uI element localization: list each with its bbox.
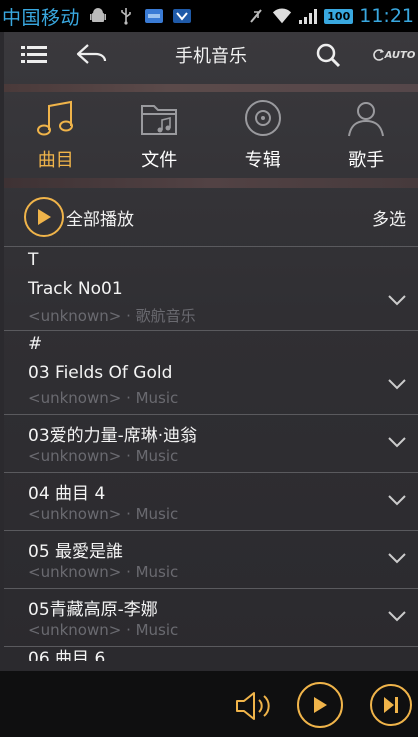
tab-files[interactable]: 文件 xyxy=(108,96,212,174)
top-bar: 手机音乐 AUTO xyxy=(4,32,418,78)
song-title: 03 Fields Of Gold xyxy=(28,363,173,383)
play-all-label[interactable]: 全部播放 xyxy=(66,205,134,230)
tab-albums-label: 专辑 xyxy=(244,150,281,171)
song-subtitle: <unknown> · Music xyxy=(28,621,179,639)
section-header-hash: # xyxy=(28,334,43,354)
tab-artists[interactable]: 歌手 xyxy=(315,96,418,174)
list-item[interactable]: Track No01 <unknown> · 歌航音乐 xyxy=(4,273,418,331)
play-button[interactable] xyxy=(297,682,343,728)
folder-icon xyxy=(141,105,178,135)
multi-select-button[interactable]: 多选 xyxy=(372,205,406,230)
tab-artists-label: 歌手 xyxy=(348,150,385,171)
volume-icon xyxy=(236,692,270,720)
person-icon xyxy=(348,102,385,137)
list-item[interactable]: 04 曲目 4 <unknown> · Music xyxy=(4,473,418,531)
song-subtitle: <unknown> · Music xyxy=(28,447,179,465)
list-item[interactable]: 03爱的力量-席琳·迪翁 <unknown> · Music xyxy=(4,415,418,473)
search-button[interactable] xyxy=(312,40,344,70)
song-list: T Track No01 <unknown> · 歌航音乐 # 03 Field… xyxy=(4,246,418,661)
auto-button[interactable]: AUTO xyxy=(372,40,416,70)
usb-icon xyxy=(116,6,136,26)
next-button[interactable] xyxy=(370,684,412,726)
chevron-down-icon[interactable] xyxy=(386,373,408,395)
music-note-icon xyxy=(36,100,73,136)
android-icon xyxy=(88,6,108,26)
notification-icons xyxy=(88,6,192,26)
chevron-down-icon[interactable] xyxy=(386,547,408,569)
list-item[interactable]: 05青藏高原-李娜 <unknown> · Music xyxy=(4,589,418,647)
signal-icon xyxy=(298,6,318,26)
song-title: 03爱的力量-席琳·迪翁 xyxy=(28,426,198,446)
next-icon xyxy=(384,697,398,713)
song-subtitle: <unknown> · 歌航音乐 xyxy=(28,307,196,325)
song-subtitle: <unknown> · Music xyxy=(28,389,179,407)
wifi-icon xyxy=(272,6,292,26)
list-item[interactable]: 03 Fields Of Gold <unknown> · Music xyxy=(4,357,418,415)
volume-button[interactable] xyxy=(232,689,276,723)
song-title: 05 最愛是誰 xyxy=(28,542,124,562)
chevron-down-icon[interactable] xyxy=(386,605,408,627)
song-title: 05青藏高原-李娜 xyxy=(28,600,158,620)
chevron-down-icon[interactable] xyxy=(386,289,408,311)
carrier-name: 中国移动 xyxy=(2,6,81,29)
tab-tracks-label: 曲目 xyxy=(37,150,74,171)
list-item-partial[interactable]: 06 曲目 6 xyxy=(4,647,418,661)
list-item[interactable]: 05 最愛是誰 <unknown> · Music xyxy=(4,531,418,589)
song-title: 04 曲目 4 xyxy=(28,484,106,504)
music-app: 手机音乐 AUTO 曲目 文件 专辑 歌手 全部播放 多选 T Track No… xyxy=(4,32,418,737)
app-badge-icon xyxy=(144,6,164,26)
play-all-row: 全部播放 多选 xyxy=(4,192,418,242)
tab-albums[interactable]: 专辑 xyxy=(211,96,315,174)
notification-icon xyxy=(172,6,192,26)
chevron-down-icon[interactable] xyxy=(386,431,408,453)
page-title: 手机音乐 xyxy=(175,46,247,67)
play-icon xyxy=(314,697,327,713)
status-bar: 中国移动 100 11:21 xyxy=(0,0,418,32)
tab-tracks[interactable]: 曲目 xyxy=(4,96,108,174)
player-bar xyxy=(0,671,418,737)
battery-indicator: 100 xyxy=(324,8,354,24)
tab-files-label: 文件 xyxy=(141,150,178,171)
play-all-button[interactable] xyxy=(24,197,64,237)
song-subtitle: <unknown> · Music xyxy=(28,505,179,523)
section-header-t: T xyxy=(28,250,39,270)
song-subtitle: <unknown> · Music xyxy=(28,563,179,581)
play-icon xyxy=(38,209,51,225)
clock: 11:21 xyxy=(359,5,414,27)
auto-label: AUTO xyxy=(384,49,416,61)
chevron-down-icon[interactable] xyxy=(386,489,408,511)
disc-icon xyxy=(244,100,281,136)
category-tabs: 曲目 文件 专辑 歌手 xyxy=(4,96,418,174)
song-title: Track No01 xyxy=(28,279,123,299)
auto-refresh-icon xyxy=(372,49,384,61)
search-icon xyxy=(316,43,341,68)
mute-icon xyxy=(246,6,266,26)
header-band xyxy=(4,84,418,92)
tabs-band xyxy=(4,178,418,188)
